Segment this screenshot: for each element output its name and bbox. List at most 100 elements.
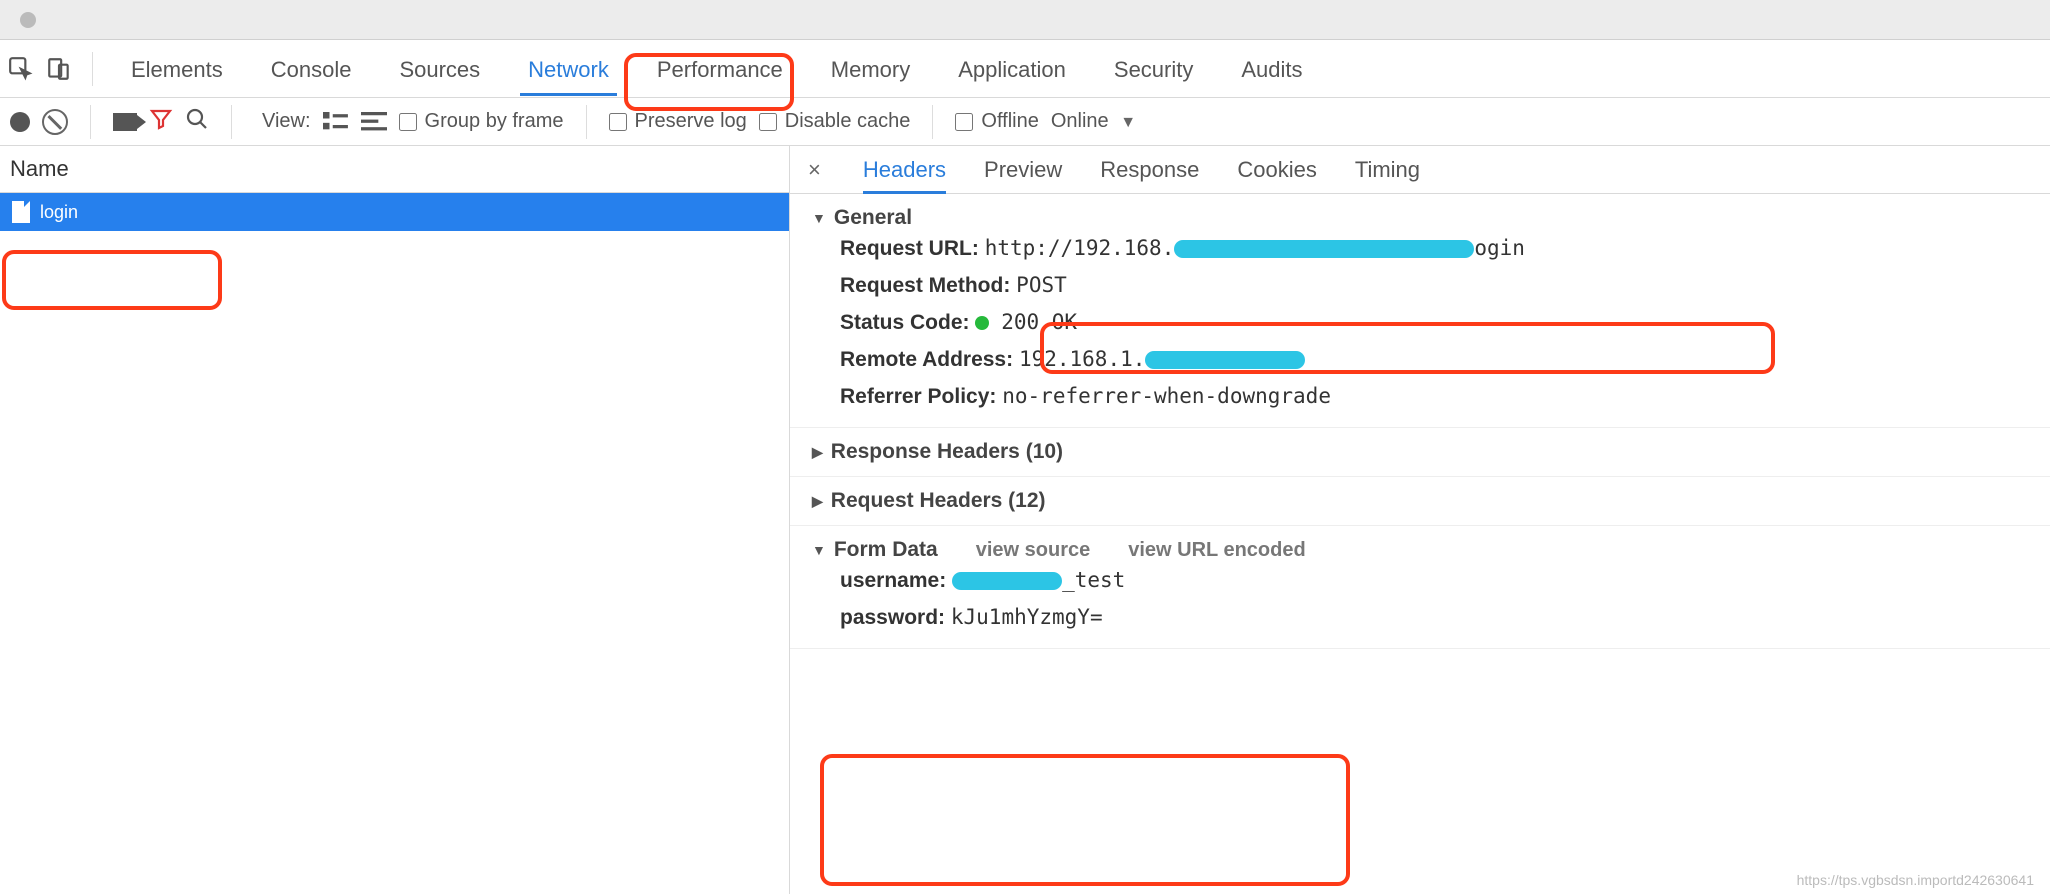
- request-headers-section: ▶ Request Headers (12): [790, 477, 2050, 526]
- request-url-row: Request URL: http://192.168. ogin: [812, 230, 2028, 267]
- tab-preview[interactable]: Preview: [984, 147, 1062, 193]
- tab-sources[interactable]: Sources: [379, 43, 500, 95]
- chevron-down-icon: ▼: [1120, 114, 1136, 131]
- tab-performance[interactable]: Performance: [637, 43, 803, 95]
- tab-response[interactable]: Response: [1100, 147, 1199, 193]
- status-code-label: Status Code:: [840, 311, 970, 334]
- throttling-value: Online: [1051, 110, 1109, 132]
- filter-icon[interactable]: [149, 107, 173, 137]
- request-url-prefix: http://192.168.: [985, 236, 1175, 260]
- form-username-row: username: _test: [812, 562, 2028, 599]
- redacted-segment: [1174, 240, 1474, 258]
- view-large-icon[interactable]: [323, 112, 349, 132]
- referrer-policy-value: no-referrer-when-downgrade: [1002, 384, 1331, 408]
- status-code-row: Status Code: 200 OK: [812, 304, 2028, 341]
- general-section: ▼ General Request URL: http://192.168. og…: [790, 194, 2050, 428]
- disable-cache-input[interactable]: [759, 113, 777, 131]
- status-code-value: 200 OK: [1001, 310, 1077, 334]
- requests-pane: Name login: [0, 146, 790, 894]
- request-method-value: POST: [1016, 273, 1067, 297]
- view-source-link[interactable]: view source: [976, 539, 1091, 562]
- form-username-suffix: _test: [1062, 568, 1125, 592]
- form-password-row: password: kJu1mhYzmgY=: [812, 599, 2028, 636]
- general-section-toggle[interactable]: ▼ General: [812, 206, 2028, 230]
- referrer-policy-label: Referrer Policy:: [840, 385, 996, 408]
- separator: [586, 105, 587, 139]
- request-row-login[interactable]: login: [0, 193, 789, 231]
- close-details-icon[interactable]: ×: [808, 157, 821, 183]
- request-method-row: Request Method: POST: [812, 267, 2028, 304]
- record-icon[interactable]: [10, 112, 30, 132]
- request-url-label: Request URL:: [840, 237, 979, 260]
- inspect-element-icon[interactable]: [6, 54, 36, 84]
- triangle-right-icon: ▶: [812, 493, 823, 510]
- throttling-select[interactable]: Online ▼: [1051, 110, 1136, 133]
- form-password-value: kJu1mhYzmgY=: [951, 605, 1103, 629]
- tab-security[interactable]: Security: [1094, 43, 1213, 95]
- tab-network[interactable]: Network: [508, 43, 629, 95]
- close-icon[interactable]: [20, 12, 36, 28]
- request-url-suffix: ogin: [1474, 236, 1525, 260]
- group-by-frame-label: Group by frame: [425, 110, 564, 133]
- search-icon[interactable]: [185, 107, 209, 137]
- tab-memory[interactable]: Memory: [811, 43, 930, 95]
- remote-address-label: Remote Address:: [840, 348, 1013, 371]
- tab-application[interactable]: Application: [938, 43, 1086, 95]
- clear-icon[interactable]: [42, 109, 68, 135]
- response-headers-toggle[interactable]: ▶ Response Headers (10): [812, 440, 2028, 464]
- form-data-title: Form Data: [834, 538, 938, 562]
- request-method-label: Request Method:: [840, 274, 1010, 297]
- disable-cache-label: Disable cache: [785, 110, 911, 133]
- tab-console[interactable]: Console: [251, 43, 372, 95]
- remote-address-row: Remote Address: 192.168.1.: [812, 341, 2028, 378]
- disable-cache-checkbox[interactable]: Disable cache: [759, 110, 911, 133]
- group-by-frame-input[interactable]: [399, 113, 417, 131]
- request-headers-toggle[interactable]: ▶ Request Headers (12): [812, 489, 2028, 513]
- response-headers-title: Response Headers (10): [831, 440, 1063, 464]
- preserve-log-label: Preserve log: [635, 110, 747, 133]
- devtools-tabs: Elements Console Sources Network Perform…: [0, 40, 2050, 98]
- screenshot-icon[interactable]: [113, 113, 137, 131]
- offline-checkbox[interactable]: Offline: [955, 110, 1038, 133]
- watermark: https://tps.vgbsdsn.importd242630641: [1797, 872, 2034, 888]
- form-username-label: username:: [840, 569, 946, 592]
- network-toolbar: View: Group by frame Preserve log Disabl…: [0, 98, 2050, 146]
- tab-elements[interactable]: Elements: [111, 43, 243, 95]
- tab-audits[interactable]: Audits: [1221, 43, 1322, 95]
- status-ok-icon: [975, 316, 989, 330]
- tab-timing[interactable]: Timing: [1355, 147, 1420, 193]
- general-title: General: [834, 206, 912, 230]
- separator: [932, 105, 933, 139]
- name-column-header[interactable]: Name: [0, 146, 789, 193]
- device-toggle-icon[interactable]: [44, 54, 74, 84]
- tab-headers[interactable]: Headers: [863, 147, 946, 193]
- preserve-log-input[interactable]: [609, 113, 627, 131]
- window-titlebar: [0, 0, 2050, 40]
- view-label: View:: [262, 110, 311, 133]
- request-name: login: [40, 202, 78, 223]
- triangle-down-icon: ▼: [812, 210, 826, 226]
- offline-input[interactable]: [955, 113, 973, 131]
- offline-label: Offline: [981, 110, 1038, 133]
- request-url-value: http://192.168. ogin: [985, 236, 1525, 260]
- referrer-policy-row: Referrer Policy: no-referrer-when-downgr…: [812, 378, 2028, 415]
- form-data-toggle[interactable]: ▼ Form Data view source view URL encoded: [812, 538, 2028, 562]
- remote-address-value: 192.168.1.: [1019, 347, 1305, 371]
- file-icon: [12, 201, 30, 223]
- view-small-icon[interactable]: [361, 112, 387, 132]
- detail-tabs: × Headers Preview Response Cookies Timin…: [790, 146, 2050, 194]
- details-pane: × Headers Preview Response Cookies Timin…: [790, 146, 2050, 894]
- response-headers-section: ▶ Response Headers (10): [790, 428, 2050, 477]
- redacted-segment: [952, 572, 1062, 590]
- view-url-encoded-link[interactable]: view URL encoded: [1128, 539, 1305, 562]
- triangle-right-icon: ▶: [812, 444, 823, 461]
- form-password-label: password:: [840, 606, 945, 629]
- tab-cookies[interactable]: Cookies: [1237, 147, 1316, 193]
- form-data-section: ▼ Form Data view source view URL encoded…: [790, 526, 2050, 649]
- separator: [231, 105, 232, 139]
- preserve-log-checkbox[interactable]: Preserve log: [609, 110, 747, 133]
- request-headers-title: Request Headers (12): [831, 489, 1046, 513]
- triangle-down-icon: ▼: [812, 542, 826, 558]
- group-by-frame-checkbox[interactable]: Group by frame: [399, 110, 564, 133]
- redacted-segment: [1145, 351, 1305, 369]
